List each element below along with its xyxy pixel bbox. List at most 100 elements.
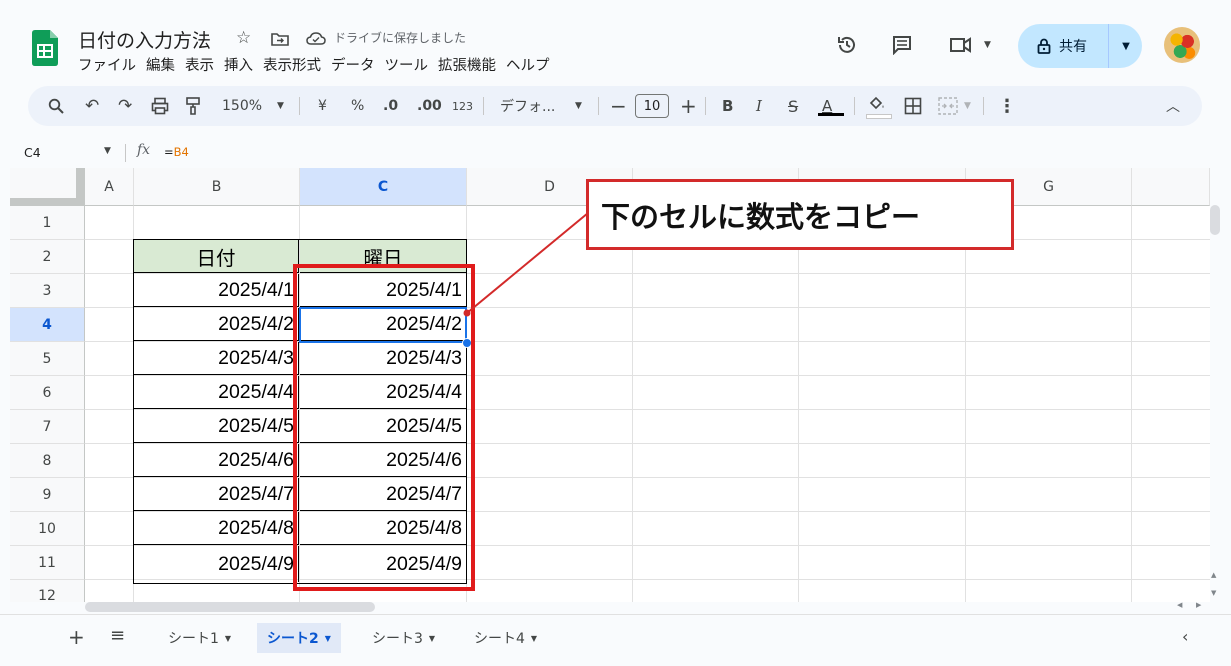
row-header-5[interactable]: 5 [10, 342, 85, 376]
menu-extensions[interactable]: 拡張機能 [438, 54, 496, 74]
menu-edit[interactable]: 編集 [146, 54, 175, 74]
collapse-menus-icon[interactable]: ︿ [1166, 86, 1180, 126]
strikethrough-icon[interactable]: S [788, 86, 798, 126]
sheet-tab-label: シート3 [372, 631, 423, 647]
sheet-tab-dropdown-icon[interactable]: ▼ [531, 634, 537, 643]
increase-decimal-button[interactable]: .00 [417, 86, 442, 126]
add-sheet-icon[interactable]: + [68, 625, 85, 649]
sheet-tab-1[interactable]: シート1 ▼ [158, 623, 241, 653]
column-header-b[interactable]: B [134, 168, 300, 206]
row-header-3[interactable]: 3 [10, 274, 85, 308]
more-options-icon[interactable]: ⋮ [998, 86, 1016, 126]
menu-file[interactable]: ファイル [78, 54, 136, 74]
row-header-12[interactable]: 12 [10, 580, 85, 602]
cell-b5[interactable]: 2025/4/3 [134, 342, 299, 375]
row-header-6[interactable]: 6 [10, 376, 85, 410]
fill-color-icon[interactable] [868, 95, 886, 113]
sheet-tab-dropdown-icon[interactable]: ▼ [325, 634, 331, 643]
sheet-tab-4[interactable]: シート4 ▼ [464, 623, 547, 653]
menu-insert[interactable]: 挿入 [224, 54, 253, 74]
column-header-a[interactable]: A [85, 168, 134, 206]
cell-b2-date-header[interactable]: 日付 [134, 240, 299, 273]
document-title[interactable]: 日付の入力方法 [78, 26, 211, 53]
text-color-swatch [818, 113, 844, 116]
paint-format-icon[interactable] [186, 97, 200, 115]
meet-video-icon[interactable] [949, 36, 973, 54]
sheet-tab-2[interactable]: シート2 ▼ [257, 623, 341, 653]
share-dropdown-icon[interactable]: ▼ [1108, 24, 1143, 68]
row-header-7[interactable]: 7 [10, 410, 85, 444]
star-icon[interactable]: ☆ [236, 28, 251, 48]
cell-b10[interactable]: 2025/4/8 [134, 512, 299, 545]
italic-button[interactable]: I [756, 86, 762, 126]
merge-dropdown-icon[interactable]: ▼ [964, 86, 971, 126]
zoom-select[interactable]: 150% [222, 86, 262, 126]
redo-icon[interactable]: ↷ [118, 86, 132, 126]
text-color-button[interactable]: A [822, 86, 832, 126]
cell-b6[interactable]: 2025/4/4 [134, 376, 299, 409]
font-size-increase-button[interactable]: + [680, 86, 697, 126]
vertical-scrollbar[interactable] [1210, 205, 1220, 235]
menu-tools[interactable]: ツール [385, 54, 429, 74]
name-box-dropdown-icon[interactable]: ▼ [104, 146, 111, 156]
column-header-c[interactable]: C [300, 168, 467, 206]
row-header-11[interactable]: 11 [10, 546, 85, 580]
comments-icon[interactable] [892, 35, 912, 55]
borders-icon[interactable] [904, 97, 922, 115]
cell-b9[interactable]: 2025/4/7 [134, 478, 299, 511]
column-header-h[interactable] [1132, 168, 1210, 206]
app-header: 日付の入力方法 ☆ ドライブに保存しました ファイル 編集 表示 挿入 表示形式… [0, 0, 1231, 82]
freeze-handle-horizontal[interactable] [10, 198, 85, 206]
share-main-button[interactable]: 共有 [1018, 24, 1106, 68]
scroll-right-arrow-icon[interactable]: ▶ [1196, 601, 1201, 609]
meet-dropdown-icon[interactable]: ▼ [984, 40, 991, 50]
formula-input[interactable]: =B4 [164, 145, 189, 159]
undo-icon[interactable]: ↶ [85, 86, 99, 126]
sheets-logo-icon[interactable] [32, 30, 58, 66]
menu-help[interactable]: ヘルプ [506, 54, 550, 74]
cell-b4[interactable]: 2025/4/2 [134, 308, 299, 341]
version-history-icon[interactable] [836, 34, 858, 56]
bold-button[interactable]: B [722, 86, 733, 126]
font-size-input[interactable]: 10 [635, 94, 669, 118]
share-button[interactable]: 共有 ▼ [1018, 24, 1142, 68]
menu-format[interactable]: 表示形式 [263, 54, 321, 74]
scroll-down-arrow-icon[interactable]: ▼ [1211, 589, 1216, 597]
decrease-decimal-button[interactable]: .0 [383, 86, 398, 126]
menu-view[interactable]: 表示 [185, 54, 214, 74]
cloud-saved-icon[interactable] [306, 31, 326, 46]
sheet-tab-dropdown-icon[interactable]: ▼ [429, 634, 435, 643]
explore-collapse-icon[interactable]: ‹ [1182, 627, 1188, 646]
zoom-dropdown-icon[interactable]: ▼ [277, 86, 284, 126]
row-header-4[interactable]: 4 [10, 308, 85, 342]
user-avatar[interactable] [1164, 27, 1200, 63]
cell-b3[interactable]: 2025/4/1 [134, 274, 299, 307]
cell-b8[interactable]: 2025/4/6 [134, 444, 299, 477]
row-header-2[interactable]: 2 [10, 240, 85, 274]
merge-cells-icon[interactable] [938, 97, 958, 115]
print-icon[interactable] [151, 97, 169, 115]
menu-data[interactable]: データ [331, 54, 375, 74]
font-select[interactable]: デフォ... [500, 86, 555, 126]
horizontal-scrollbar[interactable] [85, 602, 375, 612]
font-dropdown-icon[interactable]: ▼ [575, 86, 582, 126]
scroll-up-arrow-icon[interactable]: ▲ [1211, 571, 1216, 579]
move-folder-icon[interactable] [271, 32, 289, 46]
row-header-10[interactable]: 10 [10, 512, 85, 546]
cell-b7[interactable]: 2025/4/5 [134, 410, 299, 443]
row-header-8[interactable]: 8 [10, 444, 85, 478]
freeze-handle-vertical[interactable] [76, 168, 85, 202]
percent-format-button[interactable]: % [351, 86, 364, 126]
font-size-decrease-button[interactable]: − [610, 86, 627, 126]
row-header-1[interactable]: 1 [10, 206, 85, 240]
currency-format-button[interactable]: ¥ [318, 86, 327, 126]
row-header-9[interactable]: 9 [10, 478, 85, 512]
name-box[interactable]: C4 [24, 145, 41, 160]
sheet-tab-3[interactable]: シート3 ▼ [362, 623, 445, 653]
search-menus-icon[interactable] [48, 98, 64, 114]
number-format-button[interactable]: 123 [452, 86, 473, 126]
scroll-left-arrow-icon[interactable]: ◀ [1177, 601, 1182, 609]
sheet-tab-dropdown-icon[interactable]: ▼ [225, 634, 231, 643]
all-sheets-menu-icon[interactable]: ≡ [110, 625, 125, 646]
cell-b11[interactable]: 2025/4/9 [134, 546, 299, 582]
